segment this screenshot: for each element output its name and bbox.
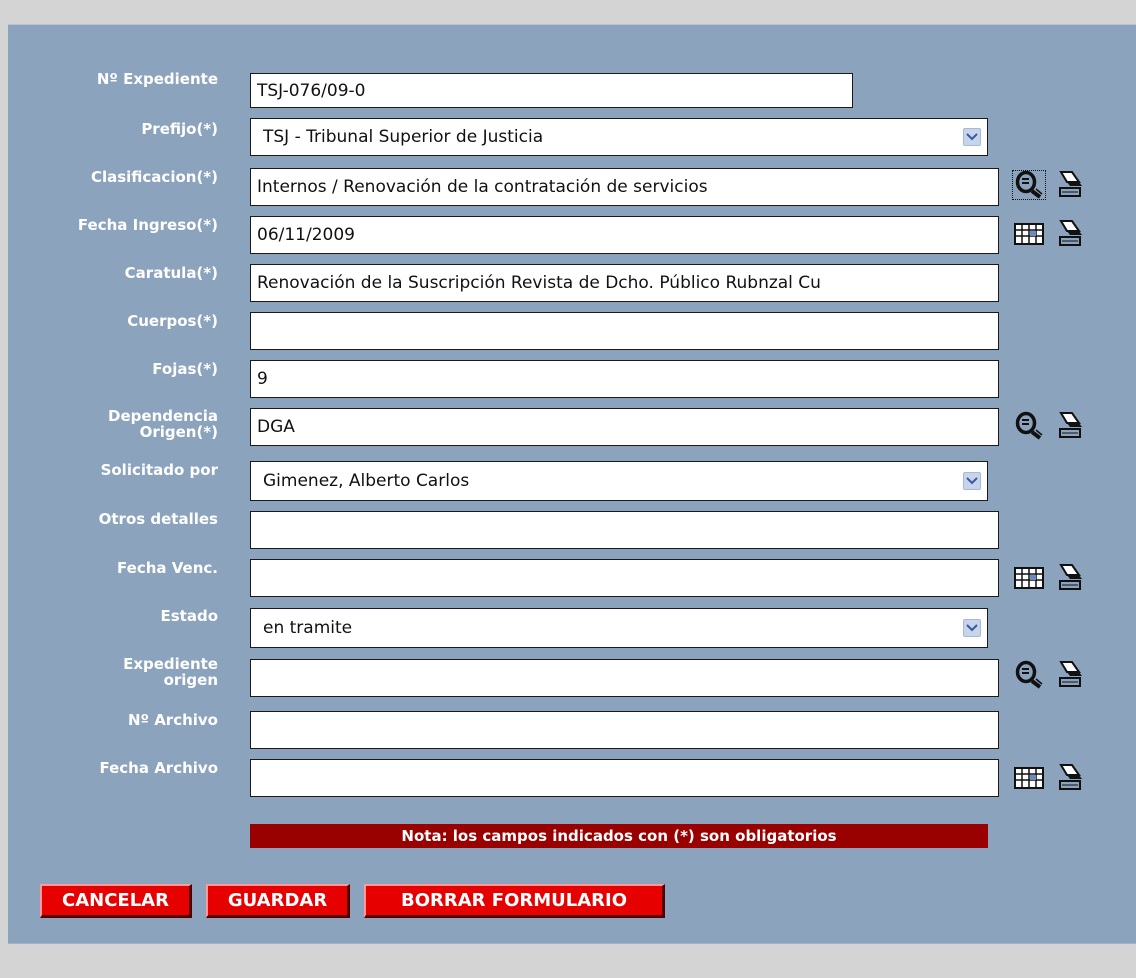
clasificacion-field[interactable]: Internos / Renovación de la contratación… xyxy=(250,168,999,206)
fecha-venc-field[interactable] xyxy=(250,559,999,597)
calendar-icon[interactable] xyxy=(1012,219,1046,249)
estado-value: en tramite xyxy=(263,618,353,638)
label-clasificacion: Clasificacion(*) xyxy=(90,168,218,186)
chevron-down-icon[interactable] xyxy=(963,619,981,637)
label-num-archivo: Nº Archivo xyxy=(127,711,218,729)
fecha-ingreso-field[interactable]: 06/11/2009 xyxy=(250,216,999,254)
label-expediente-origen-line1: Expediente xyxy=(123,655,218,673)
num-archivo-field[interactable] xyxy=(250,711,999,749)
borrar-formulario-button[interactable]: BORRAR FORMULARIO xyxy=(364,884,665,918)
chevron-down-icon[interactable] xyxy=(963,472,981,490)
label-otros-detalles: Otros detalles xyxy=(98,510,218,528)
label-expediente-origen-line2: origen xyxy=(163,671,218,689)
cuerpos-field[interactable] xyxy=(250,312,999,350)
otros-detalles-field[interactable] xyxy=(250,511,999,549)
dependencia-origen-field[interactable]: DGA xyxy=(250,408,999,446)
label-caratula: Caratula(*) xyxy=(124,264,218,282)
search-icon[interactable] xyxy=(1012,411,1046,441)
calendar-icon[interactable] xyxy=(1012,763,1046,793)
search-icon[interactable] xyxy=(1012,660,1046,690)
label-estado: Estado xyxy=(160,607,218,625)
label-cuerpos: Cuerpos(*) xyxy=(127,312,218,330)
prefijo-value: TSJ - Tribunal Superior de Justicia xyxy=(263,127,544,147)
label-expediente: Nº Expediente xyxy=(96,70,218,88)
guardar-button[interactable]: GUARDAR xyxy=(206,884,350,918)
label-fecha-ingreso: Fecha Ingreso(*) xyxy=(77,216,218,234)
prefijo-select[interactable]: TSJ - Tribunal Superior de Justicia xyxy=(250,118,988,156)
fecha-archivo-field[interactable] xyxy=(250,759,999,797)
search-icon[interactable] xyxy=(1012,170,1046,200)
eraser-icon[interactable] xyxy=(1052,660,1086,690)
solicitado-por-select[interactable]: Gimenez, Alberto Carlos xyxy=(250,461,988,501)
label-solicitado-por: Solicitado por xyxy=(100,461,218,479)
eraser-icon[interactable] xyxy=(1052,763,1086,793)
calendar-icon[interactable] xyxy=(1012,563,1046,593)
expediente-origen-field[interactable] xyxy=(250,659,999,697)
eraser-icon[interactable] xyxy=(1052,411,1086,441)
cancelar-button[interactable]: CANCELAR xyxy=(40,884,192,918)
fojas-field[interactable]: 9 xyxy=(250,360,999,398)
label-expediente-origen: Expediente origen xyxy=(0,656,218,688)
eraser-icon[interactable] xyxy=(1052,170,1086,200)
estado-select[interactable]: en tramite xyxy=(250,608,988,648)
caratula-field[interactable]: Renovación de la Suscripción Revista de … xyxy=(250,264,999,302)
label-dependencia-line2: Origen(*) xyxy=(139,423,218,441)
solicitado-por-value: Gimenez, Alberto Carlos xyxy=(263,471,470,491)
label-dependencia-origen: Dependencia Origen(*) xyxy=(0,408,218,440)
chevron-down-icon[interactable] xyxy=(963,128,981,146)
label-prefijo: Prefijo(*) xyxy=(141,120,218,138)
eraser-icon[interactable] xyxy=(1052,563,1086,593)
eraser-icon[interactable] xyxy=(1052,219,1086,249)
label-fecha-archivo: Fecha Archivo xyxy=(99,759,218,777)
label-dependencia-line1: Dependencia xyxy=(108,407,218,425)
label-fojas: Fojas(*) xyxy=(152,360,218,378)
required-fields-note: Nota: los campos indicados con (*) son o… xyxy=(250,824,988,848)
expediente-field[interactable]: TSJ-076/09-0 xyxy=(250,73,853,108)
label-fecha-venc: Fecha Venc. xyxy=(117,559,218,577)
